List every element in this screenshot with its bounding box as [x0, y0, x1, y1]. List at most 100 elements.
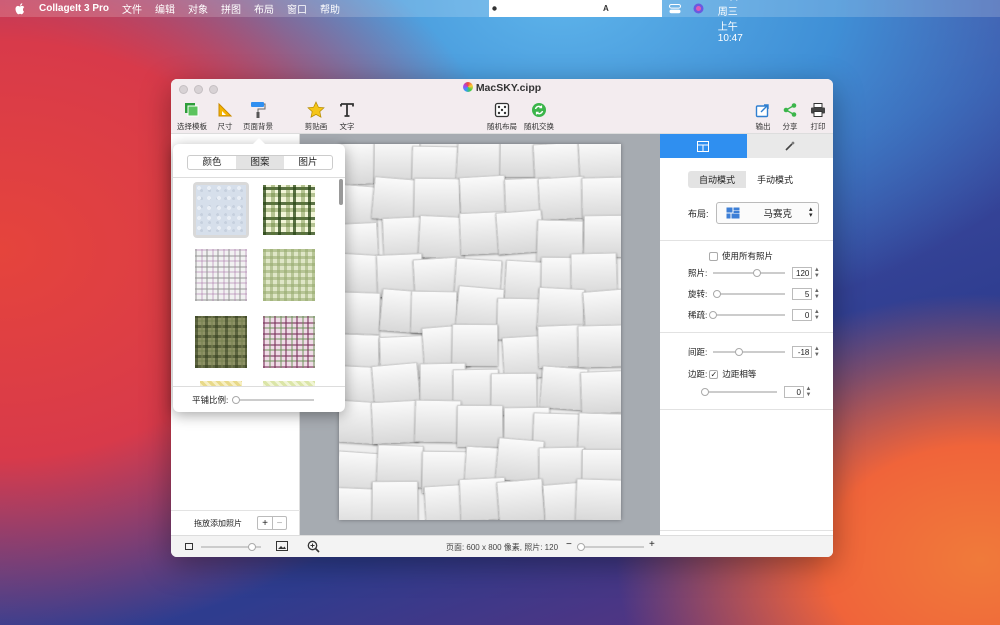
- page-background-button[interactable]: 页面背景: [236, 101, 280, 132]
- pattern-scrollbar[interactable]: [339, 179, 343, 205]
- document-icon: [462, 82, 473, 92]
- tab-color[interactable]: 颜色: [188, 156, 236, 169]
- app-status-icon[interactable]: [489, 3, 500, 14]
- zoom-in-button[interactable]: +: [649, 539, 655, 550]
- margin-slider[interactable]: [701, 388, 777, 396]
- pattern-swatch-sage-plaid[interactable]: [263, 249, 315, 301]
- tab-effects[interactable]: [746, 134, 833, 158]
- siri-icon[interactable]: [693, 3, 704, 14]
- remove-photo-button[interactable]: −: [272, 517, 286, 529]
- divider: [660, 240, 833, 241]
- sparse-stepper[interactable]: ▲ ▼: [813, 309, 820, 321]
- collage-photo[interactable]: [451, 324, 499, 367]
- tab-image[interactable]: 图片: [284, 156, 332, 169]
- close-circle-icon[interactable]: [512, 3, 523, 14]
- collage-photo[interactable]: [413, 177, 460, 221]
- zoom-slider[interactable]: [577, 543, 644, 551]
- margin-value-field[interactable]: 0: [784, 386, 804, 398]
- use-all-photos-checkbox[interactable]: [709, 251, 718, 261]
- pattern-swatch-green-plaid[interactable]: [263, 185, 315, 235]
- spacing-value-field[interactable]: -18: [792, 346, 813, 358]
- margin-stepper[interactable]: ▲ ▼: [805, 386, 812, 398]
- dice-icon: [493, 101, 511, 119]
- collage-photo[interactable]: [371, 481, 418, 520]
- pattern-swatch-olive-plaid[interactable]: [195, 316, 247, 368]
- rotation-value-field[interactable]: 5: [792, 288, 813, 300]
- tab-pattern[interactable]: 图案: [236, 156, 284, 169]
- print-button[interactable]: 打印: [796, 101, 833, 132]
- rotation-slider-knob[interactable]: [712, 290, 721, 298]
- add-remove-buttons: + −: [257, 516, 287, 530]
- pattern-swatch-gray-plaid[interactable]: [195, 249, 247, 301]
- text-label: 文字: [339, 122, 355, 131]
- photos-value-field[interactable]: 120: [792, 267, 813, 279]
- menu-bar: CollageIt 3 Pro 文件 编辑 对象 拼图 布局 窗口 帮助 A 1…: [0, 0, 1000, 44]
- rotation-stepper[interactable]: ▲ ▼: [813, 288, 820, 300]
- zoom-out-button[interactable]: −: [566, 539, 572, 550]
- printer-icon: [809, 101, 827, 119]
- photos-slider-knob[interactable]: [752, 269, 761, 277]
- rotation-row: 旋转: 5 ▲ ▼: [688, 288, 820, 300]
- control-center-icon[interactable]: [668, 3, 681, 14]
- input-method-icon[interactable]: A: [603, 3, 609, 14]
- random-layout-label: 随机布局: [487, 122, 517, 131]
- menu-file[interactable]: 文件: [122, 1, 142, 16]
- collage-photo[interactable]: [584, 214, 621, 257]
- clock[interactable]: 1月13日 周三 上午10:47: [718, 0, 743, 44]
- menu-app-name[interactable]: CollageIt 3 Pro: [39, 3, 109, 14]
- photos-stepper[interactable]: ▲ ▼: [813, 267, 820, 279]
- sparse-value-field[interactable]: 0: [792, 309, 813, 321]
- menu-window[interactable]: 窗口: [287, 1, 307, 16]
- photos-slider[interactable]: [713, 269, 786, 277]
- text-button[interactable]: 文字: [325, 101, 369, 132]
- pattern-swatch-lace[interactable]: [193, 182, 249, 238]
- spacing-slider-knob[interactable]: [734, 348, 743, 356]
- upload-icon[interactable]: [535, 3, 546, 14]
- equal-margin-checkbox[interactable]: ✓: [709, 369, 719, 379]
- print-label: 打印: [810, 122, 826, 131]
- battery-icon[interactable]: [578, 3, 591, 14]
- menu-edit[interactable]: 编辑: [155, 1, 175, 16]
- menu-layout[interactable]: 布局: [254, 1, 274, 16]
- sparse-slider-knob[interactable]: [709, 311, 718, 319]
- collage-photo[interactable]: [577, 324, 621, 368]
- status-bar: 页面: 600 x 800 像素, 照片: 120 − +: [171, 535, 833, 557]
- menu-object[interactable]: 对象: [188, 1, 208, 16]
- collage-photo[interactable]: [537, 175, 586, 220]
- select-arrows-icon: ▴ ▾: [809, 206, 813, 219]
- tile-scale-slider[interactable]: [231, 395, 315, 404]
- collage-photo[interactable]: [371, 399, 420, 445]
- menu-collage[interactable]: 拼图: [221, 1, 241, 16]
- collage-photo[interactable]: [581, 176, 621, 220]
- magic-wand-icon: [785, 141, 795, 151]
- layout-select[interactable]: 马赛克 ▴ ▾: [715, 202, 819, 224]
- wifi-icon[interactable]: [621, 3, 634, 14]
- bluetooth-icon[interactable]: [558, 3, 566, 14]
- collage-photo[interactable]: [496, 478, 547, 520]
- pattern-swatch-pink-plaid[interactable]: [263, 316, 315, 368]
- paint-roller-icon: [249, 101, 267, 119]
- spacing-stepper[interactable]: ▲ ▼: [813, 346, 820, 358]
- auto-mode-button[interactable]: 自动模式: [688, 171, 747, 188]
- spacing-slider[interactable]: [713, 348, 786, 356]
- star-icon: [307, 101, 325, 119]
- collage-photo[interactable]: [575, 477, 621, 520]
- collage-photo[interactable]: [580, 370, 621, 414]
- collage-photo[interactable]: [414, 400, 462, 443]
- tile-scale-knob[interactable]: [231, 395, 240, 404]
- search-icon[interactable]: [646, 3, 657, 14]
- collage-photo[interactable]: [339, 290, 381, 335]
- collage-page[interactable]: [339, 144, 621, 520]
- use-all-photos-row[interactable]: 使用所有照片: [709, 250, 773, 262]
- random-swap-button[interactable]: 随机交换: [517, 101, 561, 132]
- add-photo-button[interactable]: +: [258, 517, 272, 529]
- page-background-label: 页面背景: [243, 122, 273, 131]
- margin-slider-knob[interactable]: [701, 388, 709, 396]
- menu-help[interactable]: 帮助: [320, 1, 340, 16]
- manual-mode-button[interactable]: 手动模式: [746, 171, 804, 188]
- rotation-slider[interactable]: [712, 290, 786, 298]
- apple-icon[interactable]: [13, 2, 27, 15]
- collage-photo[interactable]: [456, 405, 504, 448]
- sparse-slider[interactable]: [709, 311, 786, 319]
- tab-layout[interactable]: [660, 134, 747, 158]
